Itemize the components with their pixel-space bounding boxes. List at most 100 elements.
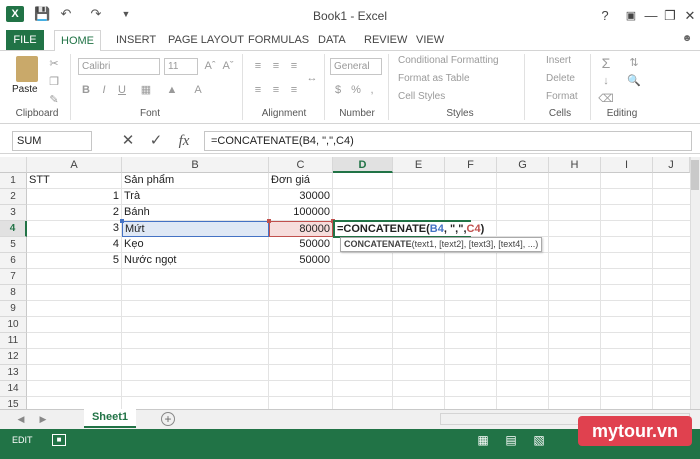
row-header[interactable]: 14	[0, 381, 27, 397]
row-header[interactable]: 9	[0, 301, 27, 317]
close-button[interactable]: ✕	[681, 8, 699, 24]
column-header[interactable]: C	[269, 157, 333, 173]
restore-button[interactable]: ❐	[661, 8, 679, 24]
column-header[interactable]: J	[653, 157, 690, 173]
cell-c1[interactable]: Đơn giá	[269, 173, 333, 189]
vertical-scrollbar[interactable]	[690, 157, 700, 409]
cell-styles-button[interactable]: Cell Styles	[398, 91, 445, 102]
align-left-icon[interactable]: ≡	[250, 82, 266, 98]
cell-c3[interactable]: 100000	[269, 205, 333, 221]
align-right-icon[interactable]: ≡	[286, 82, 302, 98]
conditional-formatting-button[interactable]: Conditional Formatting	[398, 55, 499, 66]
cell-b5[interactable]: Kẹo	[122, 237, 269, 253]
select-all-button[interactable]	[0, 157, 27, 173]
paste-button[interactable]: Paste	[12, 84, 38, 95]
cell-a6[interactable]: 5	[27, 253, 122, 269]
sheet-tab-sheet1[interactable]: Sheet1	[84, 409, 136, 428]
percent-button[interactable]: %	[348, 82, 364, 98]
row-header[interactable]: 2	[0, 189, 27, 205]
prev-sheet-icon[interactable]: ◀	[14, 412, 28, 426]
redo-icon[interactable]: ↷	[88, 6, 104, 22]
insert-function-button[interactable]: fx	[174, 131, 194, 151]
tab-page-layout[interactable]: PAGE LAYOUT	[162, 30, 250, 50]
row-header[interactable]: 11	[0, 333, 27, 349]
row-header[interactable]: 6	[0, 253, 27, 269]
active-cell-d4[interactable]: =CONCATENATE(B4, ",",C4)	[333, 220, 484, 238]
fill-icon[interactable]: ↓	[598, 73, 614, 89]
align-bottom-icon[interactable]: ≡	[286, 58, 302, 74]
cut-icon[interactable]: ✂	[46, 56, 62, 72]
row-header[interactable]: 1	[0, 173, 27, 189]
align-center-icon[interactable]: ≡	[268, 82, 284, 98]
cell-a3[interactable]: 2	[27, 205, 122, 221]
page-break-view-icon[interactable]: ▧	[532, 433, 546, 447]
tab-data[interactable]: DATA	[312, 30, 352, 50]
cell-c4-referenced[interactable]: 80000	[269, 221, 333, 237]
borders-icon[interactable]: ▦	[138, 82, 154, 98]
column-header[interactable]: H	[549, 157, 601, 173]
column-header[interactable]: B	[122, 157, 269, 173]
account-icon[interactable]: ☻	[680, 33, 694, 47]
next-sheet-icon[interactable]: ▶	[36, 412, 50, 426]
cell-b4-referenced[interactable]: Mứt	[122, 221, 269, 237]
new-sheet-button[interactable]: +	[161, 412, 175, 426]
macro-record-icon[interactable]: ■	[52, 434, 66, 446]
tooltip-function-name[interactable]: CONCATENATE	[344, 239, 412, 249]
format-cells-button[interactable]: Format	[546, 91, 578, 102]
tab-view[interactable]: VIEW	[410, 30, 450, 50]
cell-c5[interactable]: 50000	[269, 237, 333, 253]
row-header[interactable]: 10	[0, 317, 27, 333]
paste-icon[interactable]	[16, 56, 38, 82]
cell-b3[interactable]: Bánh	[122, 205, 269, 221]
column-header[interactable]: I	[601, 157, 653, 173]
column-header[interactable]: G	[497, 157, 549, 173]
undo-icon[interactable]: ↶	[58, 6, 74, 22]
function-tooltip[interactable]: CONCATENATE(text1, [text2], [text3], [te…	[340, 237, 543, 252]
comma-button[interactable]: ,	[364, 82, 380, 98]
row-header[interactable]: 13	[0, 365, 27, 381]
merge-icon[interactable]: ↔	[304, 70, 320, 86]
ref-handle[interactable]	[267, 219, 271, 223]
number-format-dropdown[interactable]: General	[330, 58, 382, 75]
cell-b2[interactable]: Trà	[122, 189, 269, 205]
page-layout-view-icon[interactable]: ▤	[504, 433, 518, 447]
row-header[interactable]: 8	[0, 285, 27, 301]
align-top-icon[interactable]: ≡	[250, 58, 266, 74]
tab-insert[interactable]: INSERT	[110, 30, 162, 50]
scroll-thumb[interactable]	[691, 160, 699, 190]
format-painter-icon[interactable]: ✎	[46, 92, 62, 108]
underline-button[interactable]: U	[114, 82, 130, 98]
row-header[interactable]: 3	[0, 205, 27, 221]
ribbon-display-button[interactable]: ▣	[622, 8, 640, 24]
bold-button[interactable]: B	[78, 82, 94, 98]
row-header[interactable]: 7	[0, 269, 27, 285]
help-button[interactable]: ?	[596, 8, 614, 24]
currency-button[interactable]: $	[330, 82, 346, 98]
decrease-font-icon[interactable]: Aˇ	[220, 58, 236, 74]
column-header[interactable]: F	[445, 157, 497, 173]
minimize-button[interactable]: —	[642, 8, 660, 24]
font-name-dropdown[interactable]: Calibri	[78, 58, 160, 75]
normal-view-icon[interactable]: ▦	[476, 433, 490, 447]
row-header[interactable]: 5	[0, 237, 27, 253]
cell-a4[interactable]: 3	[27, 221, 122, 237]
row-header[interactable]: 12	[0, 349, 27, 365]
tab-formulas[interactable]: FORMULAS	[242, 30, 315, 50]
italic-button[interactable]: I	[96, 82, 112, 98]
tab-review[interactable]: REVIEW	[358, 30, 413, 50]
column-header[interactable]: A	[27, 157, 122, 173]
clear-icon[interactable]: ⌫	[598, 91, 614, 107]
cell-b6[interactable]: Nước ngọt	[122, 253, 269, 269]
cell-a1[interactable]: STT	[27, 173, 122, 189]
customize-qat-icon[interactable]: ▼	[118, 6, 134, 22]
cell-c6[interactable]: 50000	[269, 253, 333, 269]
column-header-selected[interactable]: D	[333, 157, 393, 173]
delete-cells-button[interactable]: Delete	[546, 73, 575, 84]
cell-a5[interactable]: 4	[27, 237, 122, 253]
row-header-selected[interactable]: 4	[0, 221, 27, 237]
ref-handle[interactable]	[120, 219, 124, 223]
font-color-icon[interactable]: A	[190, 82, 206, 98]
font-size-dropdown[interactable]: 11	[164, 58, 198, 75]
increase-font-icon[interactable]: Aˆ	[202, 58, 218, 74]
cell-a2[interactable]: 1	[27, 189, 122, 205]
